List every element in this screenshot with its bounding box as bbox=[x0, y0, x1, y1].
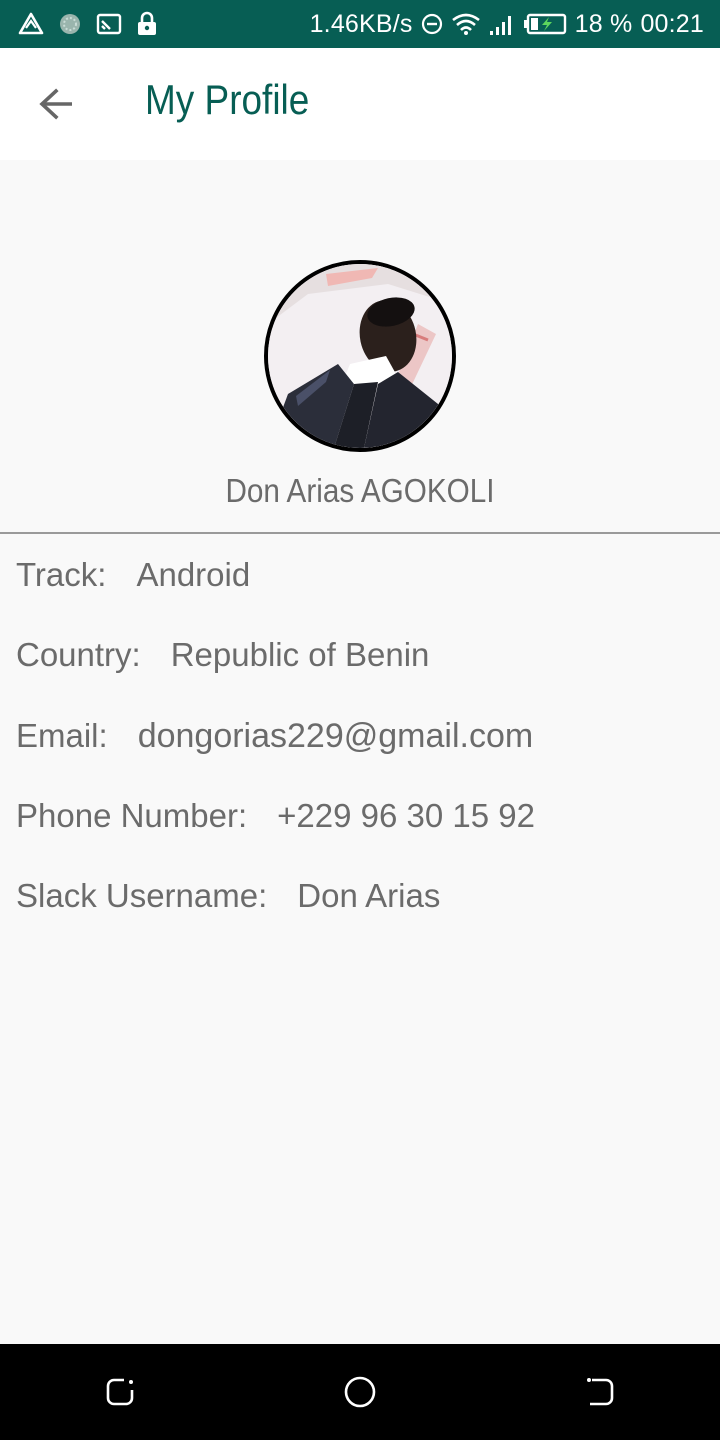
email-row: Email: dongorias229@gmail.com bbox=[16, 714, 533, 758]
arrow-left-icon bbox=[39, 88, 72, 120]
cast-icon bbox=[96, 13, 122, 35]
network-speed: 1.46KB/s bbox=[309, 9, 413, 38]
divider bbox=[0, 532, 720, 534]
track-label: Track: bbox=[16, 556, 107, 593]
country-value: Republic of Benin bbox=[170, 636, 430, 673]
track-value: Android bbox=[136, 556, 251, 593]
slack-label: Slack Username: bbox=[16, 877, 268, 914]
phone-label: Phone Number: bbox=[16, 797, 248, 834]
lock-icon bbox=[136, 11, 158, 37]
clock: 00:21 bbox=[640, 9, 704, 38]
back-icon bbox=[587, 1378, 614, 1406]
signal-icon bbox=[489, 12, 515, 36]
recent-apps-button[interactable] bbox=[88, 1360, 152, 1424]
country-row: Country: Republic of Benin bbox=[16, 633, 429, 677]
slack-value: Don Arias bbox=[297, 877, 441, 914]
app-bar: My Profile bbox=[0, 48, 720, 160]
status-right-info: 1.46KB/s 18 % 00:21 bbox=[302, 0, 704, 48]
profile-screen: 1.46KB/s 18 % 00:21 My Profile Don Arias… bbox=[0, 0, 720, 1440]
nav-back-button[interactable] bbox=[568, 1360, 632, 1424]
profile-name: Don Arias AGOKOLI bbox=[225, 472, 495, 509]
battery-charging-icon bbox=[523, 13, 567, 35]
navigation-bar bbox=[0, 1344, 720, 1440]
home-icon bbox=[344, 1376, 376, 1408]
back-button[interactable] bbox=[30, 78, 82, 130]
recent-apps-icon bbox=[106, 1378, 134, 1406]
page-title: My Profile bbox=[145, 76, 310, 123]
status-left-icons bbox=[18, 0, 172, 48]
country-label: Country: bbox=[16, 636, 141, 673]
avatar[interactable] bbox=[264, 260, 456, 452]
status-bar: 1.46KB/s 18 % 00:21 bbox=[0, 0, 720, 48]
track-row: Track: Android bbox=[16, 553, 250, 597]
phone-row: Phone Number: +229 96 30 15 92 bbox=[16, 794, 535, 838]
slack-row: Slack Username: Don Arias bbox=[16, 874, 440, 918]
phone-value: +229 96 30 15 92 bbox=[277, 797, 535, 834]
email-value: dongorias229@gmail.com bbox=[137, 716, 534, 755]
do-not-disturb-icon bbox=[421, 13, 443, 35]
battery-percent: 18 % bbox=[574, 9, 633, 38]
home-button[interactable] bbox=[328, 1360, 392, 1424]
triangle-alert-icon bbox=[18, 12, 44, 36]
wifi-icon bbox=[451, 12, 481, 36]
app-notification-icon bbox=[58, 12, 82, 36]
email-label: Email: bbox=[16, 717, 108, 754]
